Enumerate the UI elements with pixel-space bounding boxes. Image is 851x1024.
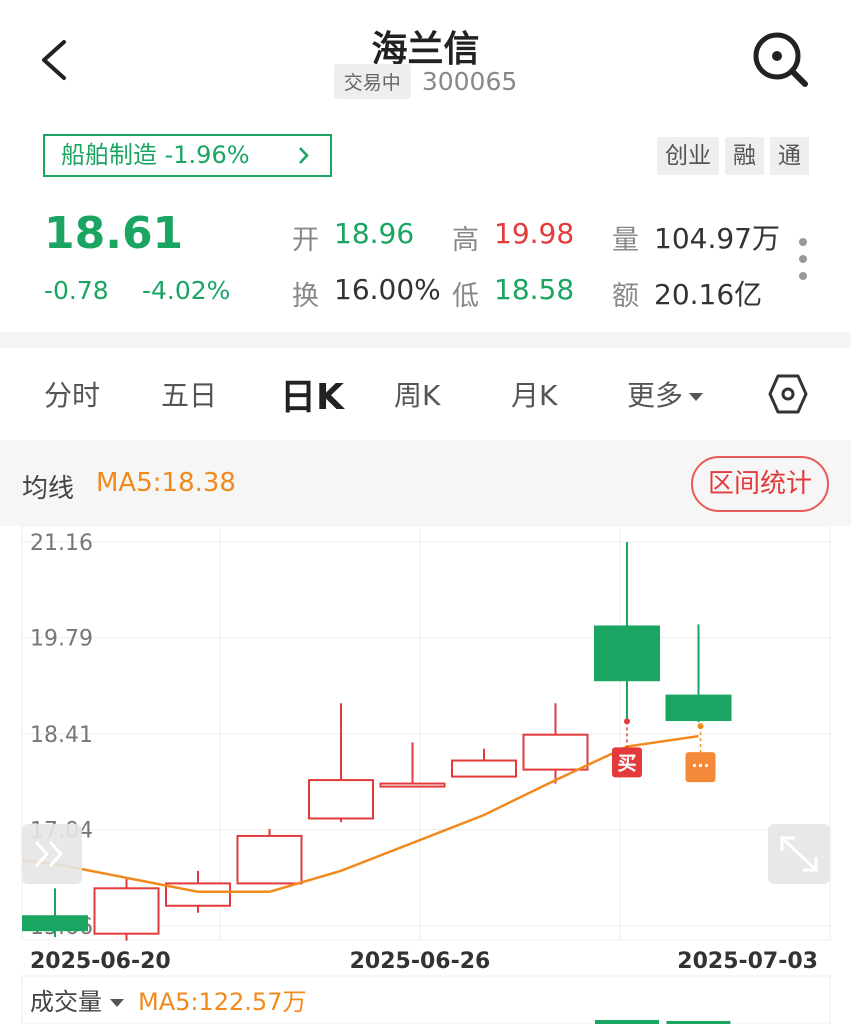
candle-body [22, 915, 88, 932]
candle-body [308, 779, 374, 820]
volume-label: 量 [612, 225, 639, 256]
sector-label: 船舶制造 -1.96% [61, 141, 250, 169]
ma-bar: 均线 MA5:18.38 区间统计 [0, 440, 851, 526]
buy-marker-dot [624, 718, 630, 725]
section-divider [0, 332, 851, 348]
ma5-value: MA5:18.38 [96, 468, 236, 498]
price-change: -0.78 [44, 276, 109, 305]
stock-code: 300065 [421, 67, 518, 96]
candle-body [522, 733, 589, 771]
more-marker-dot [697, 723, 704, 730]
tab-weekly-k[interactable]: 周K [394, 374, 440, 414]
trading-status-badge: 交易中 [333, 64, 411, 99]
last-price: 18.61 [44, 208, 184, 259]
trade-markers: 买 ··· [612, 718, 716, 783]
tag-chinext: 创业 [657, 137, 719, 175]
fullscreen-icon[interactable] [768, 824, 830, 884]
caret-down-icon[interactable] [110, 999, 124, 1007]
more-marker-label: ··· [691, 756, 709, 775]
candle [22, 888, 88, 938]
caret-down-icon [689, 393, 704, 401]
candle [236, 828, 303, 885]
volume-ma5: MA5:122.57万 [138, 988, 307, 1016]
candle [522, 703, 589, 784]
volume-bar [595, 1020, 659, 1024]
tab-monthly-k[interactable]: 月K [511, 374, 557, 414]
search-icon[interactable] [751, 30, 811, 90]
buy-marker-label: 买 [617, 752, 636, 774]
x-tick-label: 2025-06-20 [30, 949, 171, 974]
candle [594, 542, 660, 722]
candle [93, 877, 160, 941]
stock-subline: 交易中 300065 [0, 64, 851, 99]
tab-more[interactable]: 更多 [627, 374, 704, 414]
open-label: 开 [292, 225, 319, 256]
candle-body [93, 887, 160, 935]
candle-body [379, 782, 446, 788]
tag-connect: 通 [770, 137, 809, 175]
buy-marker[interactable]: 买 [612, 747, 642, 778]
amount-value: 20.16亿 [654, 278, 763, 311]
volume-header: 成交量 MA5:122.57万 [30, 982, 306, 1017]
plot-frame [21, 525, 831, 941]
turnover-label: 换 [292, 281, 319, 312]
candle-body [594, 625, 660, 682]
turnover-value: 16.00% [334, 273, 441, 306]
kline-chart[interactable]: 21.1619.7918.4117.0415.66 2025-06-202025… [0, 525, 851, 1024]
price-change-pct: -4.02% [142, 276, 231, 305]
candle [451, 748, 517, 778]
low-label: 低 [452, 281, 479, 312]
y-tick-label: 19.79 [30, 627, 93, 652]
candle-body [665, 694, 732, 722]
ma-label[interactable]: 均线 [22, 468, 74, 505]
tab-intraday[interactable]: 分时 [44, 374, 100, 414]
high-value: 19.98 [494, 217, 575, 250]
tab-five-day[interactable]: 五日 [161, 374, 217, 414]
kline-svg: 21.1619.7918.4117.0415.66 2025-06-202025… [21, 525, 831, 1024]
stock-tags: 创业 融 通 [657, 137, 809, 175]
collapse-left-icon[interactable] [22, 824, 82, 884]
candle-body [451, 759, 517, 778]
candle [379, 742, 446, 788]
tab-more-label: 更多 [627, 379, 684, 412]
chart-settings-icon[interactable] [768, 372, 808, 416]
range-stats-button[interactable]: 区间统计 [691, 456, 829, 512]
chevron-right-icon [298, 136, 310, 187]
more-vertical-icon[interactable] [795, 238, 811, 288]
period-tabs: 分时 五日 日K 周K 月K 更多 [0, 348, 851, 440]
header: 海兰信 交易中 300065 [0, 0, 851, 120]
volume-value: 104.97万 [654, 222, 780, 255]
y-tick-label: 21.16 [30, 531, 93, 556]
volume-indicator-label[interactable]: 成交量 [30, 988, 102, 1016]
sector-link[interactable]: 船舶制造 -1.96% [43, 134, 332, 177]
y-tick-label: 18.41 [30, 723, 93, 748]
low-value: 18.58 [494, 273, 575, 306]
amount-label: 额 [612, 281, 639, 312]
x-axis-labels: 2025-06-20 2025-06-26 2025-07-03 [30, 949, 818, 974]
high-label: 高 [452, 225, 479, 256]
more-marker[interactable]: ··· [685, 752, 716, 783]
tag-margin: 融 [725, 137, 764, 175]
tab-daily-k[interactable]: 日K [280, 368, 344, 420]
chart-grid [21, 525, 831, 941]
candles-layer [22, 542, 732, 941]
open-value: 18.96 [334, 217, 415, 250]
candle-body [236, 834, 303, 885]
candle [665, 624, 732, 723]
x-tick-label: 2025-07-03 [677, 949, 818, 974]
candle [308, 703, 374, 822]
x-tick-label: 2025-06-26 [350, 949, 491, 974]
